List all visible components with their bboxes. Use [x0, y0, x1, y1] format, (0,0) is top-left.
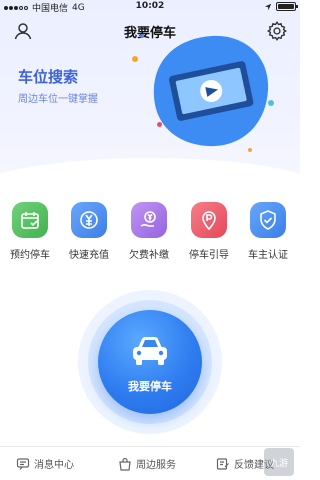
park-button-halo: 我要停车 [78, 290, 222, 434]
service-label: 车主认证 [248, 250, 288, 261]
tab-nearby-services[interactable]: 周边服务 [118, 456, 176, 471]
hero-subtitle: 周边车位一键掌握 [18, 94, 98, 105]
status-bar: 中国电信 4G 10:02 [0, 0, 300, 14]
service-quick-recharge[interactable]: 快速充值 [61, 202, 117, 268]
decor-dot [132, 56, 138, 62]
decor-dot [157, 122, 162, 127]
yen-hand-icon [131, 202, 167, 238]
yen-coin-icon [71, 202, 107, 238]
feedback-icon [216, 457, 229, 470]
bag-icon [119, 457, 131, 471]
bottom-tab-bar: 消息中心 周边服务 反馈建议 [0, 446, 300, 480]
service-label: 预约停车 [10, 250, 50, 261]
battery-icon [276, 2, 298, 11]
service-owner-verification[interactable]: 车主认证 [240, 202, 296, 268]
service-label: 停车引导 [189, 250, 229, 261]
watermark-logo: 九游 [264, 448, 294, 476]
decor-dot [268, 100, 274, 106]
tab-message-center[interactable]: 消息中心 [16, 456, 74, 471]
service-parking-guide[interactable]: 停车引导 [181, 202, 237, 268]
location-arrow-icon [264, 3, 272, 10]
message-icon [16, 457, 30, 470]
car-icon [133, 337, 167, 365]
services-grid: 预约停车 快速充值 欠费补缴 停车引导 车主认证 [0, 202, 300, 272]
service-label: 快速充值 [69, 250, 109, 261]
service-pay-arrears[interactable]: 欠费补缴 [121, 202, 177, 268]
parking-pin-icon [191, 202, 227, 238]
calendar-icon [12, 202, 48, 238]
status-time: 10:02 [135, 1, 165, 11]
film-video-icon[interactable] [148, 30, 274, 152]
park-now-label: 我要停车 [128, 380, 172, 393]
park-now-button[interactable]: 我要停车 [98, 310, 202, 414]
tab-label: 消息中心 [34, 460, 74, 471]
decor-dot [140, 34, 144, 38]
service-label: 欠费补缴 [129, 250, 169, 261]
decor-dot [248, 148, 252, 152]
tab-label: 周边服务 [136, 460, 176, 471]
shield-check-icon [250, 202, 286, 238]
hero-curve [0, 158, 300, 180]
service-reserve-parking[interactable]: 预约停车 [2, 202, 58, 268]
hero-title[interactable]: 车位搜索 [18, 66, 78, 87]
